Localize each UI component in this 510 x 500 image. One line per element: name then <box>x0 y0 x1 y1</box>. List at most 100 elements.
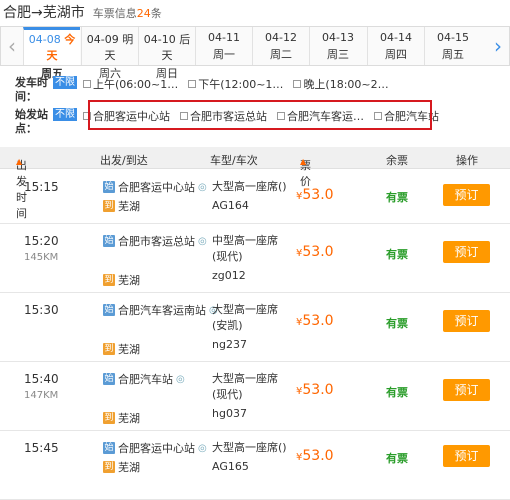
ticket-price: ¥53.0 <box>296 313 334 329</box>
table-row: 15:15 始合肥客运中心站 ◎ 到芜湖 大型高一座席() AG164 ¥53.0 有票 预订 <box>0 170 510 224</box>
to-station-icon: 到 <box>103 412 115 424</box>
date-tab-weekday: 周四 <box>385 48 407 61</box>
to-station-icon: 到 <box>103 200 115 212</box>
col-remain: 余票 <box>386 154 408 167</box>
date-tab[interactable]: 04-11 周一 <box>195 27 252 65</box>
location-pin-icon[interactable]: ◎ <box>198 236 207 247</box>
book-button[interactable]: 预订 <box>443 241 490 263</box>
date-tab[interactable]: 04-13 周三 <box>309 27 366 65</box>
bus-type: 大型高一座席(现代) <box>212 372 278 401</box>
page-header: 合肥→芜湖市 车票信息24条 <box>3 2 162 24</box>
from-station[interactable]: 始合肥客运中心站 ◎ <box>103 440 207 456</box>
from-station-icon: 始 <box>103 304 115 316</box>
from-station[interactable]: 始合肥市客运总站 ◎ <box>103 233 207 249</box>
ticket-price: ¥53.0 <box>296 448 334 464</box>
sort-up-icon: ▲ <box>16 157 23 166</box>
date-selector: ‹ 04-08 今天 周五 04-09 明天 周六 04-10 后天 周日 04-11 周一 0… <box>0 26 510 80</box>
to-station: 到芜湖 <box>103 412 140 425</box>
checkbox-icon[interactable] <box>188 80 197 88</box>
bus-type: 大型高一座席() <box>212 441 287 454</box>
date-tab[interactable]: 04-08 今天 周五 <box>23 27 80 80</box>
col-action: 操作 <box>456 154 478 167</box>
prev-dates-chevron-icon[interactable]: ‹ <box>1 27 23 65</box>
ticket-info: 车票信息24条 <box>92 7 162 20</box>
date-tab-date: 04-11 <box>208 31 240 44</box>
route-title: 合肥→芜湖市 <box>3 5 85 21</box>
availability: 有票 <box>386 386 408 399</box>
bus-type: 大型高一座席(安凯) <box>212 303 278 332</box>
time-option-afternoon[interactable]: 下午(12:00~1… <box>188 76 283 92</box>
filter-time-any[interactable]: 不限 <box>53 76 77 89</box>
from-station[interactable]: 始合肥汽车站 ◎ <box>103 371 185 387</box>
col-route: 出发/到达 <box>100 154 148 167</box>
date-tab-date: 04-10 后天 <box>143 33 191 62</box>
filter-station-any[interactable]: 不限 <box>53 108 77 121</box>
book-button[interactable]: 预订 <box>443 310 490 332</box>
trip-number: AG165 <box>212 460 249 473</box>
filter-time-label: 发车时间： <box>15 76 48 103</box>
table-header: 出发时间 ▲ 出发/到达 车型/车次 票价 ▲ 余票 操作 <box>0 147 510 220</box>
location-pin-icon[interactable]: ◎ <box>198 443 207 454</box>
date-tab[interactable]: 04-09 明天 周六 <box>81 27 138 80</box>
from-station-icon: 始 <box>103 373 115 385</box>
depart-time: 15:20 <box>24 234 59 248</box>
depart-time: 15:40 <box>24 372 59 386</box>
to-station-icon: 到 <box>103 461 115 473</box>
date-tab[interactable]: 04-15 周五 <box>424 27 481 65</box>
from-station[interactable]: 始合肥客运中心站 ◎ <box>103 179 207 195</box>
availability: 有票 <box>386 248 408 261</box>
time-option-evening[interactable]: 晚上(18:00~2… <box>293 76 389 92</box>
location-pin-icon[interactable]: ◎ <box>176 374 185 385</box>
ticket-count: 24 <box>136 7 151 20</box>
trip-number: hg037 <box>212 407 247 420</box>
time-option-morning[interactable]: 上午(06:00~1… <box>83 76 178 92</box>
table-row: 15:40 147KM 始合肥汽车站 ◎ 到芜湖 大型高一座席(现代) hg037 ¥53.0… <box>0 362 510 431</box>
trip-number: zg012 <box>212 269 246 282</box>
distance: 145KM <box>24 252 59 263</box>
table-row: 15:20 145KM 始合肥市客运总站 ◎ 到芜湖 中型高一座席(现代) zg012 ¥53… <box>0 224 510 293</box>
from-station-icon: 始 <box>103 442 115 454</box>
depart-time: 15:45 <box>24 441 59 455</box>
to-station-icon: 到 <box>103 274 115 286</box>
depart-time: 15:30 <box>24 303 59 317</box>
to-station: 到芜湖 <box>103 343 140 356</box>
depart-time: 15:15 <box>24 180 59 194</box>
bus-type: 大型高一座席() <box>212 180 287 193</box>
trip-number: ng237 <box>212 338 247 351</box>
bus-type: 中型高一座席(现代) <box>212 234 278 263</box>
date-tab[interactable]: 04-10 后天 周日 <box>138 27 195 80</box>
sort-icon: ▲ <box>300 157 307 166</box>
to-station: 到芜湖 <box>103 461 140 474</box>
date-tab-date: 04-13 <box>322 31 354 44</box>
trip-number: AG164 <box>212 199 249 212</box>
book-button[interactable]: 预订 <box>443 445 490 467</box>
date-tab-weekday: 周二 <box>270 48 292 61</box>
filter-station-label: 始发站点： <box>15 108 48 135</box>
ticket-price: ¥53.0 <box>296 187 334 203</box>
date-tab-date: 04-09 明天 <box>86 33 134 62</box>
to-station-icon: 到 <box>103 343 115 355</box>
checkbox-icon[interactable] <box>83 80 91 88</box>
ticket-price: ¥53.0 <box>296 244 334 260</box>
highlight-box <box>88 100 432 130</box>
book-button[interactable]: 预订 <box>443 379 490 401</box>
col-type: 车型/车次 <box>210 154 258 167</box>
checkbox-icon[interactable] <box>293 80 302 88</box>
location-pin-icon[interactable]: ◎ <box>198 182 207 193</box>
date-tab-weekday: 周五 <box>442 48 464 61</box>
date-tab[interactable]: 04-14 周四 <box>367 27 424 65</box>
availability: 有票 <box>386 191 408 204</box>
book-button[interactable]: 预订 <box>443 184 490 206</box>
table-row: 15:30 始合肥汽车客运南站 ◎ 到芜湖 大型高一座席(安凯) ng237 ¥53.0 有票… <box>0 293 510 362</box>
next-dates-chevron-icon[interactable]: › <box>487 27 509 65</box>
from-station-icon: 始 <box>103 181 115 193</box>
from-station[interactable]: 始合肥汽车客运南站 ◎ <box>103 302 218 318</box>
date-tab-date: 04-14 <box>380 31 412 44</box>
distance: 147KM <box>24 390 59 401</box>
to-station: 到芜湖 <box>103 274 140 287</box>
from-station-icon: 始 <box>103 235 115 247</box>
date-tab-date: 04-12 <box>265 31 297 44</box>
date-tab[interactable]: 04-12 周二 <box>252 27 309 65</box>
date-tab-date: 04-15 <box>437 31 469 44</box>
date-tab-weekday: 周三 <box>327 48 349 61</box>
